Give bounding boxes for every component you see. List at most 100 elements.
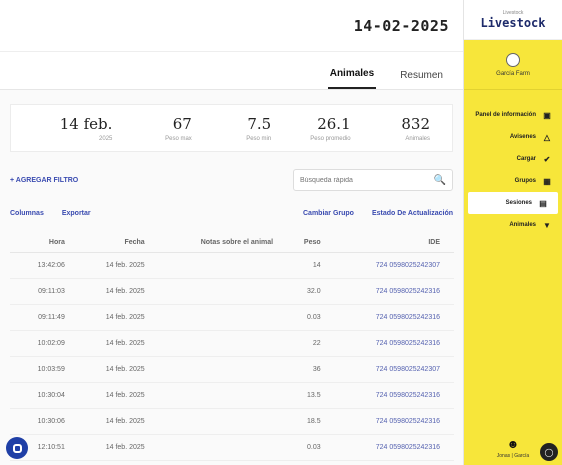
sidebar-item-label: Sesiones	[505, 200, 532, 206]
session-icon: ▤	[539, 198, 547, 208]
stat-max-weight: 67 Peso max	[112, 105, 192, 151]
table-row[interactable]: 09:11:03 14 feb. 2025 32.0 724 059802524…	[10, 278, 454, 305]
cell-weight: 0.03	[281, 304, 329, 331]
column-header-hour[interactable]: Hora	[10, 233, 73, 253]
cell-weight: 14	[281, 252, 329, 279]
main-panel: 14-02-2025 Animales Resumen 14 feb. 2025…	[0, 0, 464, 465]
cell-id[interactable]: 724 0598025242316	[328, 304, 454, 331]
stat-value: 7.5	[247, 114, 272, 133]
change-group-button[interactable]: Cambiar Grupo	[303, 210, 354, 217]
export-button[interactable]: Exportar	[62, 210, 91, 217]
table-toolbar: Columnas Exportar Cambiar Grupo Estado D…	[10, 210, 453, 217]
tab-animals[interactable]: Animales	[327, 68, 377, 89]
stat-avg-weight: 26.1 Peso promedio	[271, 105, 350, 151]
stat-value: 832	[401, 114, 431, 133]
stat-label: Peso min	[246, 135, 272, 142]
table-row[interactable]: 13:42:06 14 feb. 2025 14 724 05980252423…	[10, 252, 454, 279]
stat-value: 14 feb.	[59, 114, 113, 133]
column-header-id[interactable]: IDE	[328, 233, 454, 253]
farm-avatar	[506, 52, 520, 67]
stats-card: 14 feb. 2025 67 Peso max 7.5 Peso min 26…	[10, 104, 453, 152]
toolbar-right: Cambiar Grupo Estado De Actualización	[303, 210, 453, 217]
update-status-button[interactable]: Estado De Actualización	[372, 210, 453, 217]
toggle-icon[interactable]: ◯	[540, 443, 558, 461]
farm-name: García Farm	[496, 70, 530, 77]
cell-date: 14 feb. 2025	[72, 330, 153, 357]
cell-notes	[152, 278, 282, 305]
cell-date: 14 feb. 2025	[72, 434, 153, 461]
cell-id[interactable]: 724 0598025242316	[328, 434, 454, 461]
top-bar: 14-02-2025	[0, 0, 463, 52]
cell-hour: 10:30:04	[10, 382, 73, 409]
sidebar-item-animals[interactable]: Animales ▼	[464, 214, 562, 236]
sidebar-item-label: Panel de información	[475, 112, 536, 118]
column-header-date[interactable]: Fecha	[72, 233, 153, 253]
page-title: 14-02-2025	[353, 16, 449, 35]
cell-hour: 09:11:03	[10, 278, 73, 305]
table-row[interactable]: 09:11:49 14 feb. 2025 0.03 724 059802524…	[10, 304, 454, 331]
stat-animal-count: 832 Animales	[351, 105, 430, 151]
cell-hour: 09:11:49	[10, 304, 73, 331]
table-header-row: Hora Fecha Notas sobre el animal Peso ID…	[10, 233, 454, 253]
cell-id[interactable]: 724 0598025242316	[328, 382, 454, 409]
table-row[interactable]: 12:10:51 14 feb. 2025 0.03 724 059802524…	[10, 434, 454, 461]
column-header-weight[interactable]: Peso	[281, 233, 329, 253]
table-row[interactable]: 10:30:04 14 feb. 2025 13.5 724 059802524…	[10, 382, 454, 409]
chat-button[interactable]	[6, 437, 28, 459]
stat-label: Peso max	[165, 135, 192, 142]
table-row[interactable]: 10:02:09 14 feb. 2025 22 724 05980252423…	[10, 330, 454, 357]
table-row[interactable]: 10:03:59 14 feb. 2025 36 724 05980252423…	[10, 356, 454, 383]
animals-table: Hora Fecha Notas sobre el animal Peso ID…	[10, 233, 454, 461]
cell-notes	[152, 408, 282, 435]
column-header-notes[interactable]: Notas sobre el animal	[152, 233, 282, 253]
logo[interactable]: Livestock Livestock	[464, 0, 562, 40]
sidebar-item-label: Animales	[509, 222, 536, 228]
cell-notes	[152, 356, 282, 383]
user-name: Jonas | García	[496, 453, 530, 459]
search-input[interactable]	[300, 176, 428, 184]
cell-id[interactable]: 724 0598025242316	[328, 278, 454, 305]
search-icon[interactable]: 🔍	[434, 175, 446, 186]
user-icon: ☻	[506, 437, 520, 451]
sidebar-item-groups[interactable]: Grupos ▦	[464, 170, 562, 192]
cow-icon: ▼	[543, 220, 551, 230]
cell-weight: 22	[281, 330, 329, 357]
bell-icon: △	[543, 132, 551, 142]
sidebar-item-label: Avisenes	[509, 134, 536, 140]
sidebar-item-sessions[interactable]: Sesiones ▤	[468, 192, 558, 214]
sidebar-item-label: Grupos	[514, 178, 536, 184]
sidebar-item-dashboard[interactable]: Panel de información ▣	[464, 104, 562, 126]
sidebar-nav: Panel de información ▣ Avisenes △ Cargar…	[464, 104, 562, 236]
stat-value: 67	[172, 114, 192, 133]
dashboard-icon: ▣	[543, 110, 551, 120]
cell-hour: 10:02:09	[10, 330, 73, 357]
cell-date: 14 feb. 2025	[72, 278, 153, 305]
stat-label: Peso promedio	[310, 135, 351, 142]
cell-date: 14 feb. 2025	[72, 356, 153, 383]
cell-notes	[152, 304, 282, 331]
tab-summary[interactable]: Resumen	[398, 70, 445, 89]
farm-selector[interactable]: García Farm	[464, 40, 562, 90]
cell-weight: 32.0	[281, 278, 329, 305]
cell-id[interactable]: 724 0598025242307	[328, 356, 454, 383]
cell-notes	[152, 252, 282, 279]
filter-row: + AGREGAR FILTRO 🔍	[10, 168, 453, 192]
cell-id[interactable]: 724 0598025242316	[328, 330, 454, 357]
columns-button[interactable]: Columnas	[10, 210, 44, 217]
cell-weight: 0.03	[281, 434, 329, 461]
toolbar-left: Columnas Exportar	[10, 210, 91, 217]
sidebar-item-alerts[interactable]: Avisenes △	[464, 126, 562, 148]
table-row[interactable]: 10:30:06 14 feb. 2025 18.5 724 059802524…	[10, 408, 454, 435]
stat-label: 2025	[99, 135, 113, 142]
cell-date: 14 feb. 2025	[72, 252, 153, 279]
add-filter-button[interactable]: + AGREGAR FILTRO	[10, 177, 78, 184]
cell-weight: 18.5	[281, 408, 329, 435]
stat-date: 14 feb. 2025	[33, 105, 113, 151]
cell-id[interactable]: 724 0598025242307	[328, 252, 454, 279]
app-window: 14-02-2025 Animales Resumen 14 feb. 2025…	[0, 0, 562, 465]
tab-bar: Animales Resumen	[0, 52, 463, 90]
cell-date: 14 feb. 2025	[72, 408, 153, 435]
sidebar-item-upload[interactable]: Cargar ✔	[464, 148, 562, 170]
cell-id[interactable]: 724 0598025242316	[328, 408, 454, 435]
sidebar-item-label: Cargar	[516, 156, 536, 162]
